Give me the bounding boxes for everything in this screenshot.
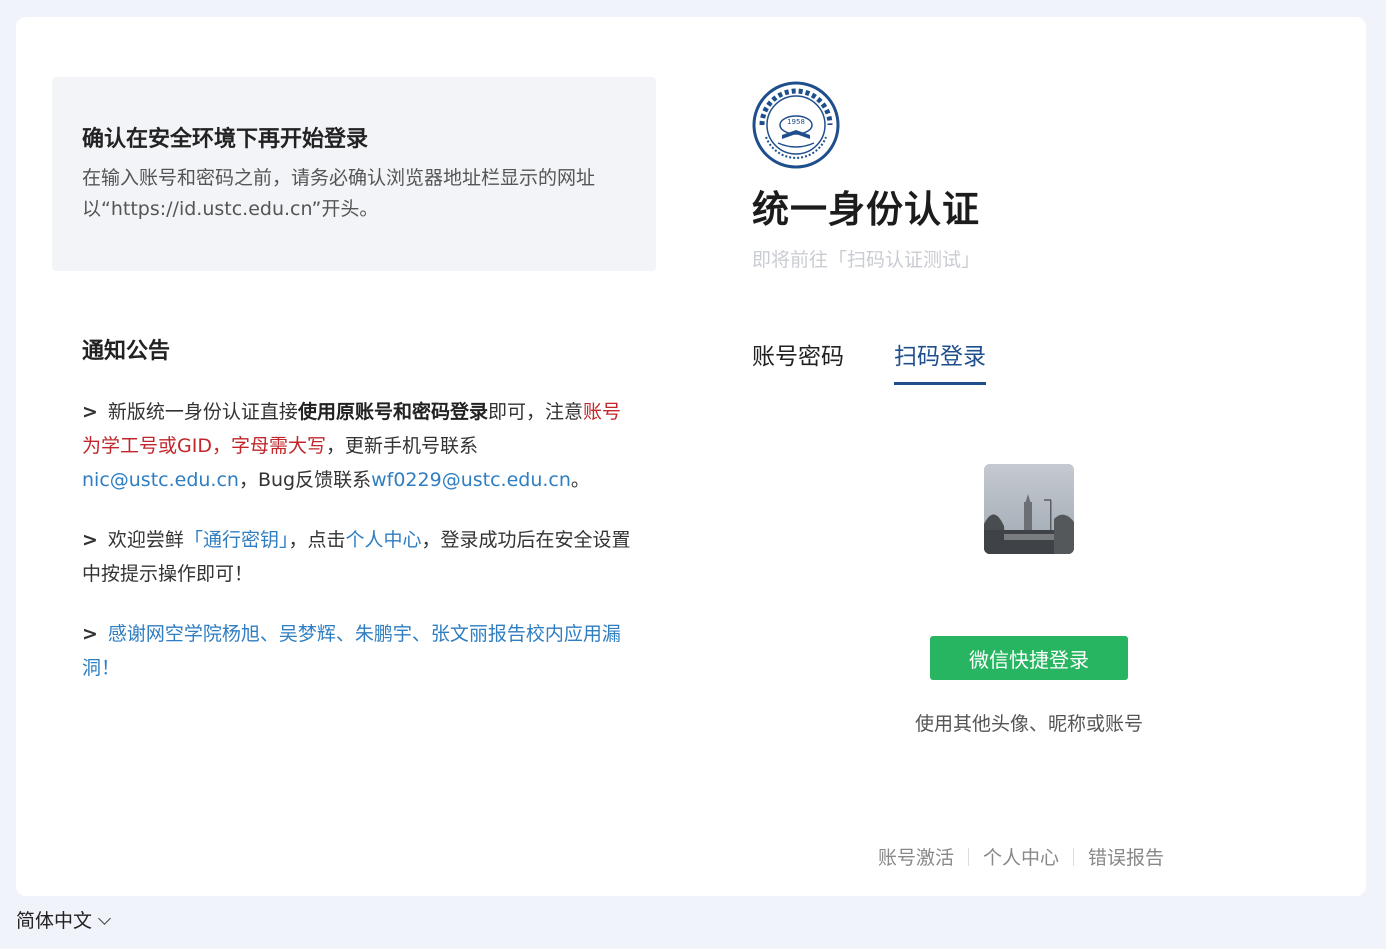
error-report-link[interactable]: 错误报告 (1088, 847, 1164, 869)
avatar-photo (984, 464, 1074, 554)
security-notice-title: 确认在安全环境下再开始登录 (82, 127, 369, 152)
account-activation-link[interactable]: 账号激活 (878, 847, 954, 869)
bullet-marker: > (82, 529, 98, 551)
other-account-link[interactable]: 使用其他头像、昵称或账号 (903, 709, 1155, 739)
announcement-text: ，点击 (288, 529, 346, 551)
announcement-text: 欢迎尝鲜 (107, 529, 184, 551)
redirect-target: 即将前往「扫码认证测试」 (752, 249, 981, 271)
divider (968, 848, 970, 866)
language-label: 简体中文 (16, 910, 93, 932)
tab-qr[interactable]: 扫码登录 (894, 337, 986, 385)
announcement-item: > 感谢网空学院杨旭、吴梦辉、朱鹏宇、张文丽报告校内应用漏洞！ (82, 617, 632, 685)
wechat-login-button[interactable]: 微信快捷登录 (930, 636, 1128, 680)
logo-year: 1958 (787, 118, 805, 126)
security-notice: 确认在安全环境下再开始登录 在输入账号和密码之前，请务必确认浏览器地址栏显示的网… (52, 77, 656, 271)
announcement-text: 新版统一身份认证直接 (107, 401, 298, 423)
announcement-item: > 欢迎尝鲜「通行密钥」，点击个人中心，登录成功后在安全设置中按提示操作即可！ (82, 523, 632, 591)
language-selector[interactable]: 简体中文 (16, 906, 111, 936)
page-title: 统一身份认证 (752, 188, 980, 231)
bullet-marker: > (82, 623, 98, 645)
wechat-avatar (984, 464, 1074, 554)
nic-email-link[interactable]: nic@ustc.edu.cn (82, 469, 239, 491)
announcement-bold-text: 使用原账号和密码登录 (297, 401, 488, 423)
announcements-title: 通知公告 (82, 339, 171, 364)
personal-center-footer-link[interactable]: 个人中心 (983, 847, 1059, 869)
chevron-down-icon (98, 912, 111, 925)
passkey-link[interactable]: 「通行密钥」 (184, 529, 289, 551)
announcement-text: ，Bug反馈联系 (238, 469, 372, 491)
announcement-text: 。 (570, 469, 590, 491)
footer-links: 账号激活 个人中心 错误报告 (878, 843, 1164, 873)
announcement-text: ，更新手机号联系 (325, 435, 478, 457)
announcement-text: 即可，注意 (487, 401, 583, 423)
tab-password[interactable]: 账号密码 (752, 337, 844, 377)
announcements: 通知公告 > 新版统一身份认证直接使用原账号和密码登录即可，注意账号为学工号或GI… (82, 335, 632, 685)
announcement-item: > 新版统一身份认证直接使用原账号和密码登录即可，注意账号为学工号或GID，字母需… (82, 395, 632, 497)
bullet-marker: > (82, 401, 98, 423)
login-card: 确认在安全环境下再开始登录 在输入账号和密码之前，请务必确认浏览器地址栏显示的网… (16, 17, 1366, 896)
login-panel: 1958 统一身份认证 即将前往「扫码认证测试」 账号密码 扫码登录 微信快捷登… (752, 17, 1272, 896)
thanks-link[interactable]: 感谢网空学院杨旭、吴梦辉、朱鹏宇、张文丽报告校内应用漏洞！ (82, 623, 621, 679)
security-notice-description: 在输入账号和密码之前，请务必确认浏览器地址栏显示的网址以“https://id.… (82, 167, 596, 220)
ustc-logo: 1958 (752, 81, 840, 169)
bug-email-link[interactable]: wf0229@ustc.edu.cn (371, 469, 571, 491)
divider (1073, 848, 1075, 866)
personal-center-link[interactable]: 个人中心 (345, 529, 421, 551)
